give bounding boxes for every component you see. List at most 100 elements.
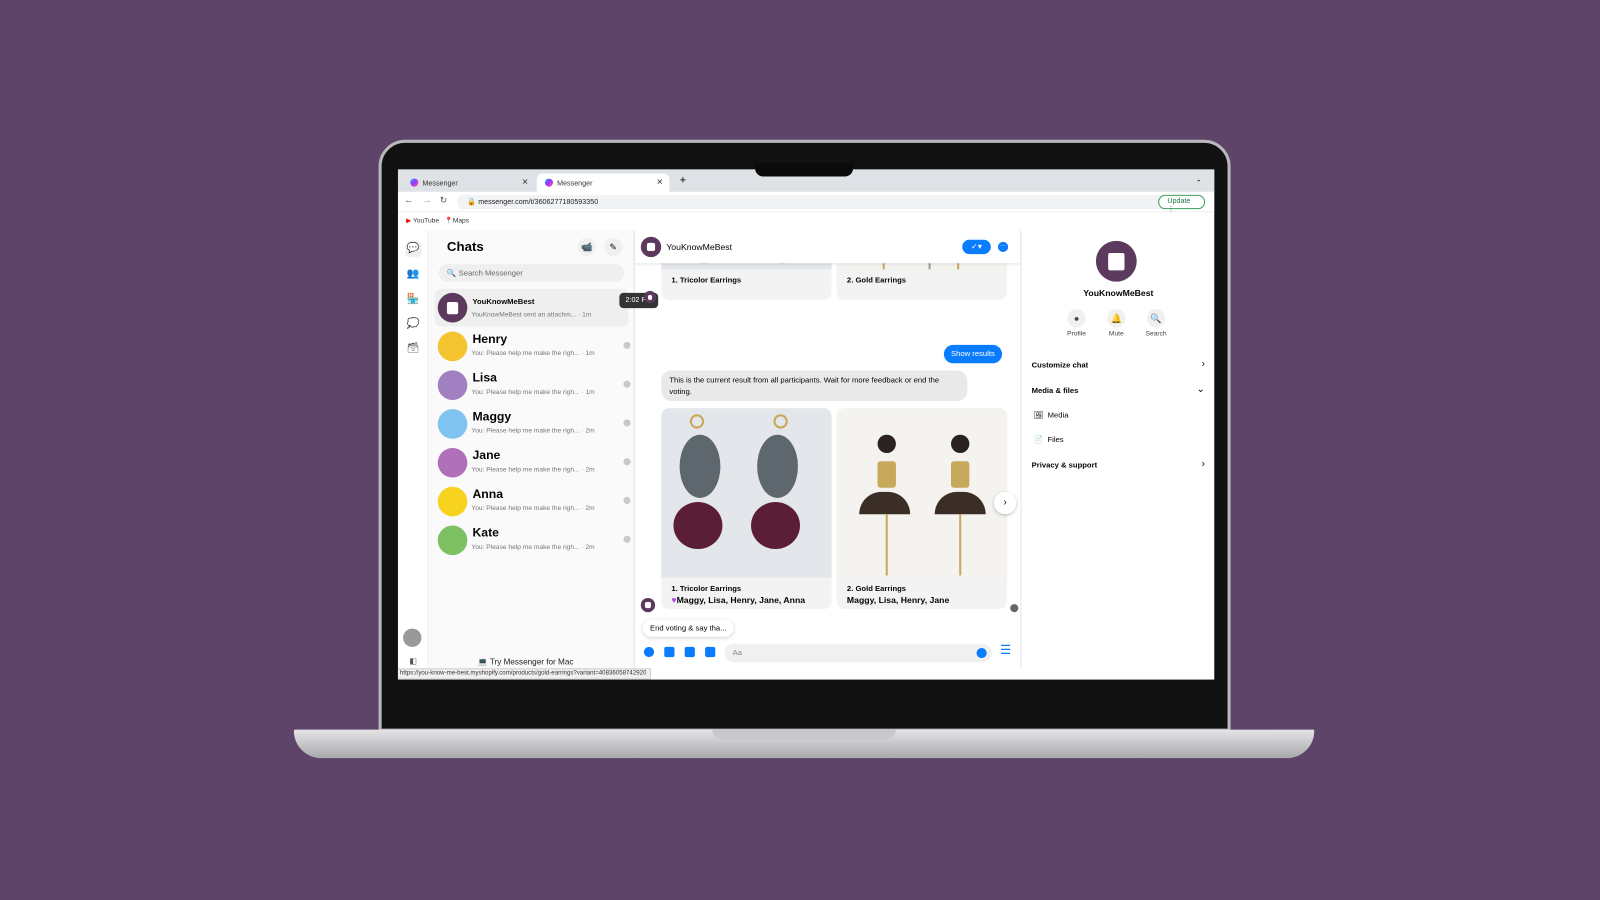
- conversation-name[interactable]: YouKnowMeBest: [666, 242, 732, 252]
- url-text: messenger.com/t/3606277180593350: [478, 198, 599, 207]
- mute-button[interactable]: 🔔 Mute: [1096, 309, 1137, 338]
- search-input[interactable]: 🔍 Search Messenger: [438, 264, 625, 282]
- message-input[interactable]: Aa: [724, 643, 992, 663]
- video-call-icon[interactable]: 📹: [577, 237, 596, 257]
- bell-icon: 🔔: [1107, 309, 1126, 328]
- privacy-support-row[interactable]: Privacy & support ›: [1031, 458, 1206, 470]
- info-panel: YouKnowMeBest ● Profile 🔔 Mute 🔍 Search Cus…: [1020, 230, 1214, 670]
- try-mac-label: Try Messenger for Mac: [489, 657, 574, 667]
- result-message: This is the current result from all part…: [661, 370, 968, 402]
- more-options-icon[interactable]: ···: [997, 241, 1009, 253]
- bookmark-youtube[interactable]: YouTube: [413, 217, 439, 224]
- maps-icon: 📍: [444, 217, 453, 225]
- chevron-right-icon: ›: [1201, 358, 1206, 370]
- user-avatar[interactable]: [403, 628, 422, 647]
- compose-icon[interactable]: ✎: [604, 237, 623, 257]
- chat-name: Lisa: [472, 370, 497, 385]
- chat-name: Henry: [472, 331, 508, 346]
- chat-item[interactable]: YouKnowMeBest YouKnowMeBest sent an attac…: [434, 288, 629, 327]
- marketplace-icon[interactable]: 🏪: [405, 292, 421, 308]
- back-icon[interactable]: ←: [404, 195, 413, 205]
- chat-item[interactable]: Jane You: Please help me make the righ...…: [435, 444, 631, 482]
- sender-avatar: [643, 290, 657, 304]
- profile-button[interactable]: ● Profile: [1056, 309, 1097, 338]
- nav-rail: 💬 👥 🏪 💭 🗃 ◧: [398, 230, 429, 670]
- chat-name: Kate: [472, 525, 499, 540]
- chat-preview: You: Please help me make the righ... · 2…: [471, 427, 595, 435]
- mute-label: Mute: [1108, 330, 1124, 338]
- show-results-button[interactable]: Show results: [943, 344, 1002, 364]
- product-image: [836, 408, 1008, 578]
- chat-item[interactable]: Anna You: Please help me make the righ...…: [435, 483, 631, 521]
- search-button[interactable]: 🔍 Search: [1136, 309, 1177, 338]
- quick-reply-end-voting[interactable]: End voting & say tha...: [642, 619, 734, 637]
- result-card-tricolor[interactable]: 1. Tricolor Earrings ♥Maggy, Lisa, Henry…: [661, 408, 832, 610]
- bookmarks-bar: ▶ YouTube 📍Maps: [398, 212, 1214, 230]
- emoji-icon[interactable]: [976, 647, 987, 659]
- image-icon[interactable]: [664, 646, 675, 658]
- chevron-right-icon: ›: [1201, 458, 1206, 470]
- info-name: YouKnowMeBest: [1083, 287, 1154, 298]
- browser-tab-active[interactable]: Messenger ✕: [536, 173, 670, 192]
- gif-icon[interactable]: [705, 646, 716, 658]
- avatar-anna: [437, 486, 468, 517]
- carousel-next-button[interactable]: ›: [993, 491, 1017, 515]
- address-bar-row: ← → ↻ 🔒 messenger.com/t/3606277180593350…: [397, 191, 1215, 213]
- update-button[interactable]: Update ⋮: [1158, 194, 1206, 213]
- chats-icon[interactable]: 💬: [405, 240, 422, 258]
- chat-preview: You: Please help me make the righ... · 2…: [471, 543, 595, 552]
- product-title: 1. Tricolor Earrings: [671, 275, 742, 285]
- result-card-gold[interactable]: 2. Gold Earrings Maggy, Lisa, Henry, Jan…: [836, 408, 1008, 610]
- people-icon[interactable]: 👥: [405, 266, 421, 282]
- media-files-row[interactable]: Media & files ⌄: [1031, 384, 1205, 395]
- customize-chat-row[interactable]: Customize chat ›: [1032, 358, 1206, 370]
- sticker-icon[interactable]: [684, 646, 695, 658]
- browser-tab[interactable]: Messenger ✕: [402, 173, 535, 191]
- chat-list-panel: Chats 📹 ✎ 🔍 Search Messenger YouKnowMeBe…: [428, 230, 635, 670]
- close-tab-icon[interactable]: ✕: [522, 178, 529, 187]
- product-title: 1. Tricolor Earrings: [671, 583, 742, 593]
- seen-avatar: [1010, 604, 1019, 613]
- composer-placeholder: Aa: [732, 647, 743, 658]
- chat-item[interactable]: Kate You: Please help me make the righ...…: [435, 521, 631, 559]
- chat-item[interactable]: Lisa You: Please help me make the righ...…: [435, 366, 631, 404]
- screen: Messenger ✕ Messenger ✕ + ⌄ ← → ↻ 🔒 messen…: [397, 169, 1215, 680]
- new-tab-button[interactable]: +: [680, 174, 687, 186]
- status-bar-url: https://you-know-me-best.myshopify.com/p…: [397, 668, 651, 680]
- tab-search-icon[interactable]: ⌄: [1196, 176, 1202, 184]
- archive-icon[interactable]: 🗃: [405, 341, 421, 357]
- shop-avatar: [437, 292, 468, 323]
- vote-names: Maggy, Lisa, Henry, Jane: [846, 594, 950, 606]
- chat-name: YouKnowMeBest: [472, 296, 535, 307]
- update-label: Update: [1167, 197, 1191, 206]
- url-input[interactable]: 🔒 messenger.com/t/3606277180593350: [457, 194, 1172, 210]
- chat-item[interactable]: Maggy You: Please help me make the righ..…: [435, 405, 631, 443]
- media-row[interactable]: 🖼 Media: [1034, 410, 1069, 419]
- menu-icon[interactable]: ☰: [1000, 643, 1011, 657]
- plus-icon[interactable]: [643, 646, 655, 658]
- avatar-henry: [437, 331, 468, 362]
- close-tab-icon[interactable]: ✕: [656, 178, 663, 187]
- tab-label: Messenger: [557, 180, 593, 188]
- avatar-jane: [437, 447, 468, 478]
- bookmark-maps[interactable]: Maps: [453, 217, 469, 224]
- chat-preview: You: Please help me make the righ... · 1…: [471, 349, 595, 358]
- media-label: Media: [1047, 410, 1069, 420]
- read-icon: [623, 496, 631, 505]
- requests-icon[interactable]: 💭: [405, 316, 421, 332]
- forward-icon[interactable]: →: [422, 195, 431, 205]
- shop-avatar[interactable]: [640, 236, 662, 258]
- files-row[interactable]: 📄 Files: [1034, 435, 1064, 444]
- try-messenger-mac-link[interactable]: 💻 Try Messenger for Mac: [478, 657, 574, 666]
- search-label: Search: [1145, 330, 1167, 338]
- poll-check-button[interactable]: ✓▾: [962, 239, 991, 255]
- media-files-label: Media & files: [1031, 385, 1079, 395]
- sidebar-toggle-icon[interactable]: ◧: [405, 653, 421, 669]
- search-placeholder: Search Messenger: [458, 268, 523, 278]
- chat-name: Jane: [472, 447, 501, 463]
- file-icon: 📄: [1033, 434, 1044, 444]
- privacy-label: Privacy & support: [1031, 460, 1098, 470]
- files-label: Files: [1047, 434, 1064, 444]
- chat-item[interactable]: Henry You: Please help me make the righ..…: [435, 328, 631, 366]
- reload-icon[interactable]: ↻: [440, 195, 448, 206]
